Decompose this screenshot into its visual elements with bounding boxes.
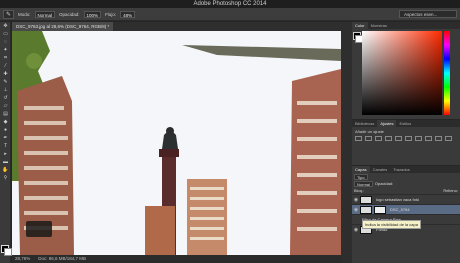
tab-layers[interactable]: Capas [352, 166, 370, 173]
add-adjustment-label: Añadir un ajuste [355, 129, 384, 134]
visibility-eye-icon[interactable]: ◉ [352, 227, 360, 233]
black-white-icon[interactable] [425, 136, 432, 141]
status-bar: 28,76% Doc: 86,6 MB/184,7 MB [12, 255, 341, 263]
collapsed-panel-icons [341, 22, 352, 263]
flow-label: Flujo: [105, 11, 117, 17]
hand-tool-icon[interactable]: ✋ [0, 166, 11, 174]
tools-panel: ✥ ▭ ◌ ✦ ⌗ ⁄ ✚ ✎ ⊥ ↺ ▱ ▤ ◆ ● ✒ T ▸ ▬ ✋ ⚲ [0, 22, 12, 263]
history-brush-tool-icon[interactable]: ↺ [0, 94, 11, 102]
clone-stamp-tool-icon[interactable]: ⊥ [0, 86, 11, 94]
eraser-tool-icon[interactable]: ▱ [0, 102, 11, 110]
tab-color[interactable]: Color [352, 22, 368, 29]
layer-row[interactable]: ◉ logo sebastian vaca fotó [352, 194, 460, 204]
tab-paths[interactable]: Trazados [390, 166, 413, 173]
channel-mixer-icon[interactable] [445, 136, 452, 141]
opacity-field[interactable]: 100% [83, 10, 102, 18]
zoom-level[interactable]: 28,76% [15, 255, 30, 263]
eyedropper-tool-icon[interactable]: ⁄ [0, 62, 11, 70]
gradient-tool-icon[interactable]: ▤ [0, 110, 11, 118]
document-tab-bar: DSC_9763.jpg al 28,6% (DSC_9764, RGB/8) … [12, 22, 341, 31]
layer-row[interactable]: ◉ DSC_9764 [352, 204, 460, 214]
shape-tool-icon[interactable]: ▬ [0, 158, 11, 166]
dodge-tool-icon[interactable]: ● [0, 126, 11, 134]
tab-libraries[interactable]: Bibliotecas [352, 120, 377, 127]
crop-tool-icon[interactable]: ⌗ [0, 54, 11, 62]
brush-tool-preset[interactable]: ✎ [3, 9, 14, 19]
lasso-tool-icon[interactable]: ◌ [0, 38, 11, 46]
options-bar: ✎ Modo: Normal Opacidad: 100% Flujo: 48%… [0, 8, 460, 21]
brush-icon: ✎ [5, 11, 12, 18]
curves-icon[interactable] [375, 136, 382, 141]
doc-size: Doc: 86,6 MB/184,7 MB [38, 256, 87, 261]
tab-styles[interactable]: Estilos [396, 120, 414, 127]
layer-mask-thumbnail [374, 205, 386, 214]
blend-mode-select[interactable]: Normal [354, 180, 373, 187]
document-tab[interactable]: DSC_9763.jpg al 28,6% (DSC_9764, RGB/8) … [12, 22, 114, 31]
brightness-icon[interactable] [355, 136, 362, 141]
adjustments-panel: Bibliotecas Ajustes Estilos Añadir un aj… [352, 120, 460, 165]
lock-label: Bloq.: [354, 188, 365, 193]
tab-swatches[interactable]: Muestras [368, 22, 390, 29]
pen-tool-icon[interactable]: ✒ [0, 134, 11, 142]
visibility-tooltip: Indica la visibilidad de la capa [362, 220, 421, 229]
tab-adjustments[interactable]: Ajustes [377, 120, 397, 127]
tab-channels[interactable]: Canales [370, 166, 391, 173]
workspace-select[interactable]: Aspectos esen... [399, 10, 457, 18]
healing-tool-icon[interactable]: ✚ [0, 70, 11, 78]
visibility-eye-icon[interactable]: ◉ [352, 197, 360, 203]
document-canvas[interactable] [12, 31, 341, 255]
seo-logo [26, 221, 52, 237]
opacity-label: Opacidad: [59, 11, 80, 17]
hue-saturation-icon[interactable] [405, 136, 412, 141]
layer-filter-select[interactable]: Tipo [354, 173, 368, 180]
mode-select[interactable]: Normal [34, 10, 56, 18]
path-select-tool-icon[interactable]: ▸ [0, 150, 11, 158]
blur-tool-icon[interactable]: ◆ [0, 118, 11, 126]
color-balance-icon[interactable] [415, 136, 422, 141]
photo-filter-icon[interactable] [435, 136, 442, 141]
hue-slider[interactable] [444, 31, 450, 115]
levels-icon[interactable] [365, 136, 372, 141]
layers-panel: Capas Canales Trazados Tipo Normal Opaci… [352, 166, 460, 263]
exposure-icon[interactable] [385, 136, 392, 141]
photo-image [12, 31, 341, 255]
color-field[interactable] [362, 31, 442, 115]
visibility-eye-icon[interactable]: ◉ [352, 207, 360, 213]
layer-name[interactable]: logo sebastian vaca fotó [376, 197, 419, 202]
brush-tool-icon[interactable]: ✎ [0, 78, 11, 86]
photoshop-window: Adobe Photoshop CC 2014 ✎ Modo: Normal O… [0, 0, 460, 263]
mode-label: Modo: [18, 11, 31, 17]
layer-thumbnail [360, 195, 372, 204]
background-color-swatch[interactable] [4, 248, 12, 256]
fill-label: Relleno: [443, 188, 458, 193]
zoom-tool-icon[interactable]: ⚲ [0, 174, 11, 182]
flow-field[interactable]: 48% [120, 10, 136, 18]
layer-thumbnail [360, 205, 372, 214]
quick-select-tool-icon[interactable]: ✦ [0, 46, 11, 54]
move-tool-icon[interactable]: ✥ [0, 22, 11, 30]
type-tool-icon[interactable]: T [0, 142, 11, 150]
marquee-tool-icon[interactable]: ▭ [0, 30, 11, 38]
color-panel: Color Muestras [352, 22, 460, 119]
layer-name[interactable]: DSC_9764 [390, 207, 410, 212]
vibrance-icon[interactable] [395, 136, 402, 141]
opacity-label: Opacidad: [374, 181, 394, 186]
window-title: Adobe Photoshop CC 2014 [0, 0, 460, 8]
